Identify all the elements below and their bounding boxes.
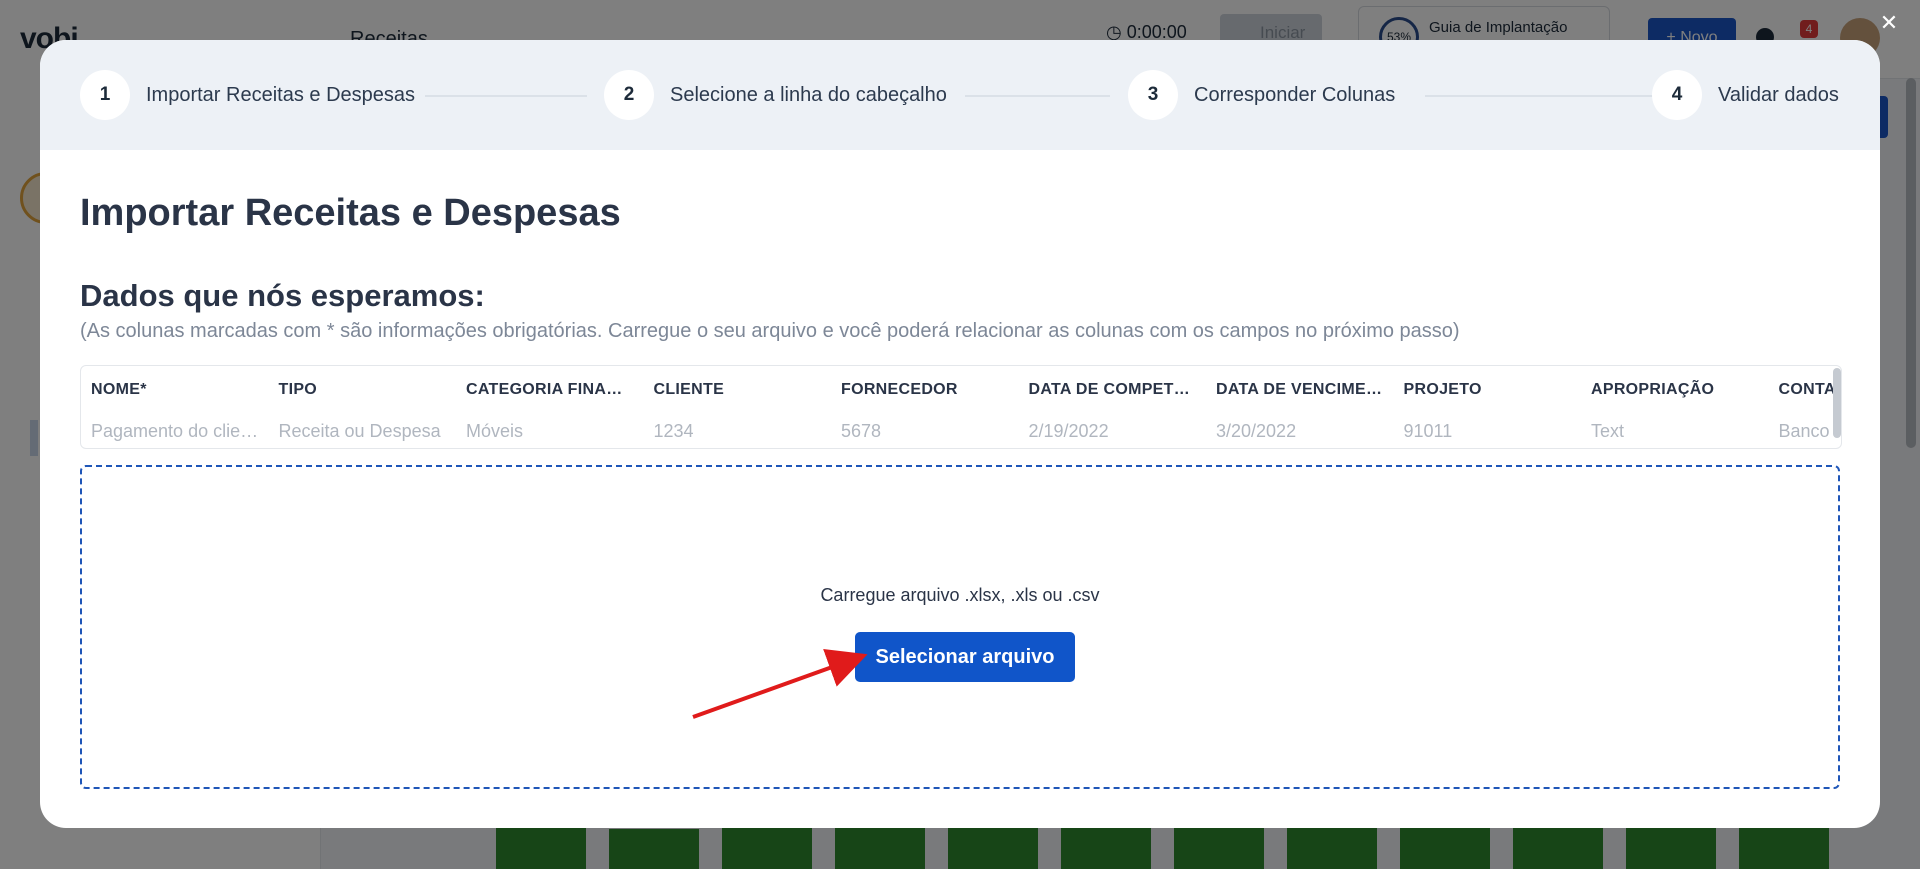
annotation-arrow	[692, 648, 868, 719]
